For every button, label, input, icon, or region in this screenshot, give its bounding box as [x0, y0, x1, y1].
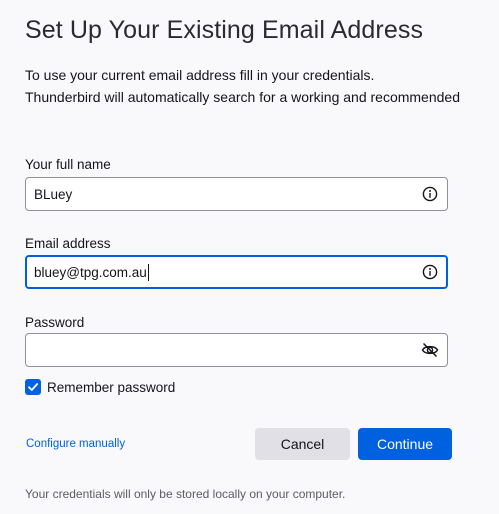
email-value[interactable]: bluey@tpg.com.au: [34, 257, 149, 287]
configure-manually-link[interactable]: Configure manually: [26, 438, 125, 450]
text-caret: [147, 263, 149, 281]
continue-button[interactable]: Continue: [358, 428, 452, 460]
page-title: Set Up Your Existing Email Address: [25, 16, 424, 44]
remember-password-checkbox[interactable]: [25, 379, 41, 395]
checkmark-icon: [28, 383, 39, 391]
credentials-note: Your credentials will only be stored loc…: [25, 487, 346, 501]
fullname-value[interactable]: BLuey: [34, 178, 72, 210]
info-icon[interactable]: [421, 263, 439, 281]
password-label: Password: [25, 315, 85, 330]
email-text: bluey@tpg.com.au: [34, 264, 147, 280]
info-icon[interactable]: [421, 185, 439, 203]
email-field[interactable]: bluey@tpg.com.au: [25, 255, 448, 289]
email-label: Email address: [25, 236, 111, 251]
fullname-label: Your full name: [25, 157, 111, 172]
intro-line-1: To use your current email address fill i…: [25, 67, 375, 83]
intro-line-2: Thunderbird will automatically search fo…: [25, 89, 460, 105]
cancel-button[interactable]: Cancel: [255, 428, 350, 460]
password-field[interactable]: [25, 333, 448, 367]
remember-password-label[interactable]: Remember password: [47, 380, 175, 395]
fullname-field[interactable]: BLuey: [25, 177, 448, 211]
eye-slash-icon[interactable]: [421, 341, 439, 359]
intro-text: To use your current email address fill i…: [25, 64, 460, 108]
